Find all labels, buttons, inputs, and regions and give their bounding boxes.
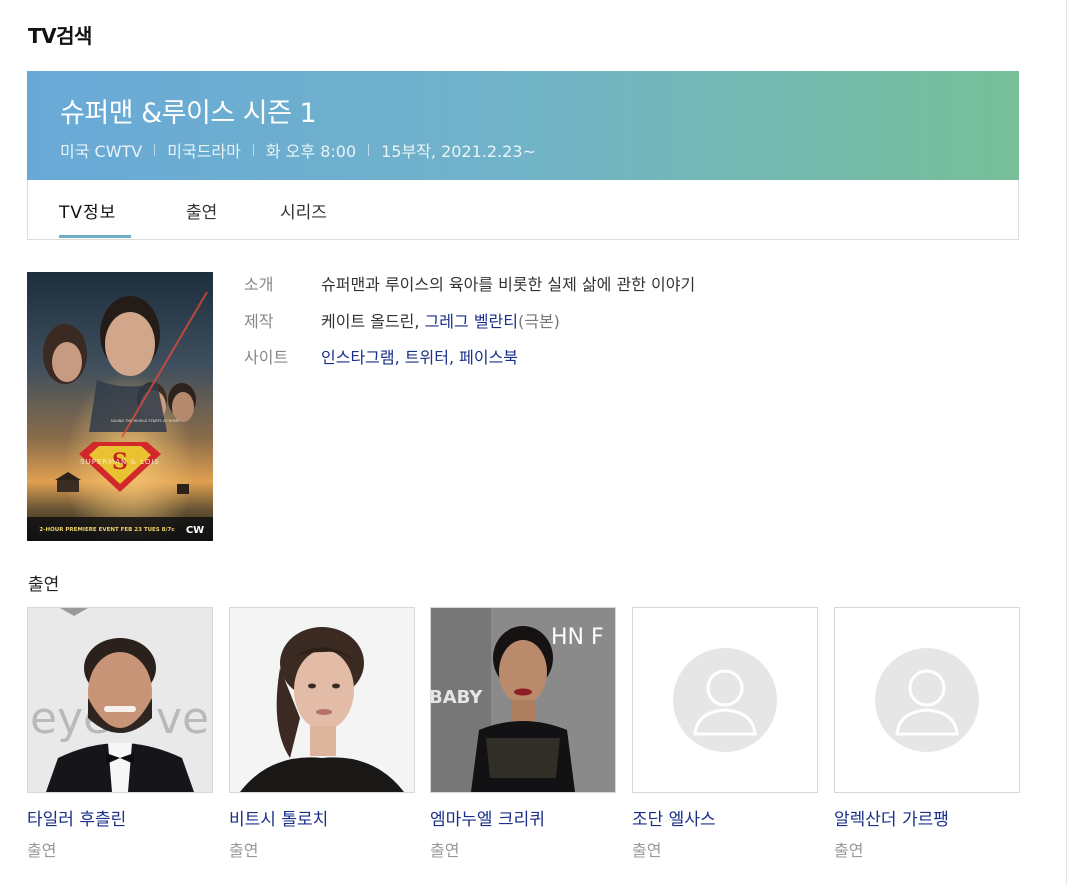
cast-role: 출연 (632, 841, 662, 860)
photo-backdrop-text: HN F (551, 625, 604, 650)
meta-separator (154, 144, 156, 156)
meta-separator (252, 144, 254, 156)
poster-network-logo: CW (186, 525, 204, 536)
intro-label: 소개 (244, 275, 274, 294)
meta-channel: 미국 CWTV (60, 142, 143, 161)
production-label: 제작 (244, 312, 274, 331)
cast-card: 알렉산더 가르팽 출연 (834, 607, 1020, 860)
site-label: 사이트 (244, 348, 289, 367)
site-links: 인스타그램, 트위터, 페이스북 (321, 344, 518, 368)
tab-cast[interactable]: 출연 (186, 198, 217, 223)
meta-genre: 미국드라마 (167, 142, 241, 161)
production-role: (극본) (517, 312, 560, 331)
poster-logo: SUPERMAN & LOIS (80, 458, 160, 466)
show-poster[interactable]: S SUPERMAN & LOIS SAVING THE WORLD START… (27, 272, 213, 541)
photo-backdrop-text: ve (156, 693, 209, 744)
active-tab-indicator (59, 235, 131, 238)
production-value: 케이트 올드린, 그레그 벨란티(극본) (321, 308, 560, 332)
person-placeholder-icon (875, 648, 979, 752)
show-banner: 슈퍼맨 &루이스 시즌 1 미국 CWTV 미국드라마 화 오후 8:00 15… (27, 71, 1019, 180)
cast-section-title: 출연 (28, 575, 60, 595)
site-link-facebook[interactable]: 페이스북 (459, 348, 518, 367)
cast-role: 출연 (430, 841, 460, 860)
intro-value: 슈퍼맨과 루이스의 육아를 비롯한 실제 삶에 관한 이야기 (321, 275, 696, 294)
cast-photo[interactable]: eye ve (27, 607, 213, 793)
cast-role: 출연 (834, 841, 864, 860)
site-separator: , (394, 348, 405, 367)
cast-card: 비트시 톨로치 출연 (229, 607, 415, 860)
production-writer-link[interactable]: 그레그 벨란티 (425, 312, 518, 331)
person-placeholder-icon (673, 648, 777, 752)
cast-name[interactable]: 엠마누엘 크리퀴 (430, 805, 545, 830)
cast-name[interactable]: 알렉산더 가르팽 (834, 805, 949, 830)
poster-tagline: SAVING THE WORLD STARTS AT HOME (111, 419, 180, 423)
show-title: 슈퍼맨 &루이스 시즌 1 (60, 98, 317, 129)
show-meta: 미국 CWTV 미국드라마 화 오후 8:00 15부작, 2021.2.23~ (60, 138, 536, 162)
tab-bar: TV정보 출연 시리즈 (27, 180, 1019, 240)
cast-photo-placeholder[interactable] (834, 607, 1020, 793)
site-link-twitter[interactable]: 트위터 (405, 348, 449, 367)
tab-series[interactable]: 시리즈 (280, 198, 327, 223)
meta-episodes: 15부작, 2021.2.23~ (381, 142, 536, 161)
section-title: TV검색 (28, 24, 92, 48)
cast-card: 조단 엘사스 출연 (632, 607, 818, 860)
cast-name[interactable]: 비트시 톨로치 (229, 805, 328, 830)
cast-card: eye ve 타일러 후츨린 출연 (27, 607, 213, 860)
site-link-instagram[interactable]: 인스타그램 (321, 348, 395, 367)
photo-backdrop-text: BABY (431, 687, 483, 708)
cast-name[interactable]: 조단 엘사스 (632, 805, 716, 830)
page-right-border (1066, 0, 1067, 885)
cast-role: 출연 (27, 841, 57, 860)
poster-premiere: 2-HOUR PREMIERE EVENT FEB 23 TUES 8/7c (39, 527, 174, 533)
cast-role: 출연 (229, 841, 259, 860)
cast-name[interactable]: 타일러 후츨린 (27, 805, 126, 830)
meta-airtime: 화 오후 8:00 (265, 142, 357, 161)
cast-photo[interactable] (229, 607, 415, 793)
production-writer: 케이트 올드린, (321, 312, 425, 331)
cast-photo-placeholder[interactable] (632, 607, 818, 793)
site-separator: , (448, 348, 460, 367)
cast-card: BABY HN F 엠마누엘 크리퀴 출연 (430, 607, 616, 860)
cast-photo[interactable]: BABY HN F (430, 607, 616, 793)
tab-tv-info[interactable]: TV정보 (59, 198, 116, 223)
meta-separator (368, 144, 370, 156)
